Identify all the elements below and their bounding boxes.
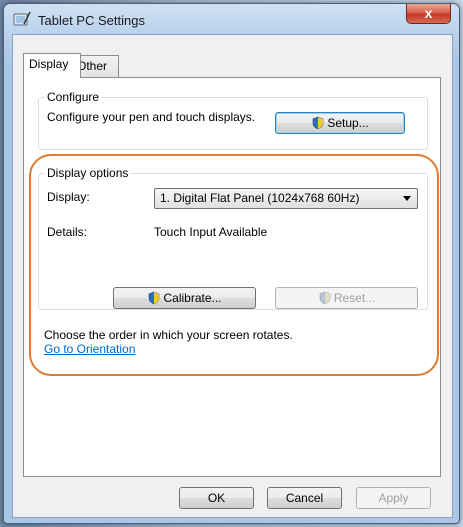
calibrate-button[interactable]: Calibrate...: [113, 287, 256, 309]
uac-shield-icon: [319, 291, 331, 305]
orientation-description: Choose the order in which your screen ro…: [44, 328, 293, 342]
cancel-label: Cancel: [285, 491, 324, 505]
configure-legend: Configure: [47, 90, 100, 104]
ok-button[interactable]: OK: [179, 487, 254, 509]
apply-button[interactable]: Apply: [356, 487, 431, 509]
configure-description: Configure your pen and touch displays.: [47, 110, 256, 124]
tab-other-label: Other: [77, 59, 108, 73]
display-label: Display:: [47, 190, 90, 204]
details-label: Details:: [47, 225, 88, 239]
cancel-button[interactable]: Cancel: [267, 487, 342, 509]
details-value: Touch Input Available: [154, 225, 268, 239]
title-bar[interactable]: Tablet PC Settings x: [4, 4, 459, 34]
ok-label: OK: [207, 491, 226, 505]
apply-label: Apply: [378, 491, 409, 505]
go-to-orientation-link[interactable]: Go to Orientation: [44, 342, 135, 356]
close-icon: x: [424, 5, 433, 21]
display-select-value: 1. Digital Flat Panel (1024x768 60Hz): [160, 191, 360, 205]
setup-button[interactable]: Setup...: [275, 112, 405, 134]
uac-shield-icon: [149, 291, 160, 305]
chevron-down-icon[interactable]: [403, 196, 411, 201]
dialog-client-area: Display Other Configure Configure your p…: [12, 34, 453, 518]
display-select[interactable]: 1. Digital Flat Panel (1024x768 60Hz): [154, 188, 418, 209]
display-tab-panel: Configure Configure your pen and touch d…: [23, 77, 441, 477]
tablet-pc-settings-window: Tablet PC Settings x Display Other Confi…: [3, 3, 460, 524]
uac-shield-icon: [313, 116, 324, 130]
setup-label: Setup...: [327, 116, 369, 130]
calibrate-label: Calibrate...: [163, 291, 222, 305]
tablet-pc-icon: [13, 11, 31, 26]
tab-display[interactable]: Display: [23, 53, 81, 78]
display-options-legend: Display options: [47, 166, 129, 180]
tab-display-label: Display: [29, 57, 69, 71]
close-button[interactable]: x: [406, 4, 451, 24]
window-title: Tablet PC Settings: [38, 13, 145, 28]
reset-button[interactable]: Reset...: [275, 287, 418, 309]
reset-label: Reset...: [333, 291, 376, 305]
